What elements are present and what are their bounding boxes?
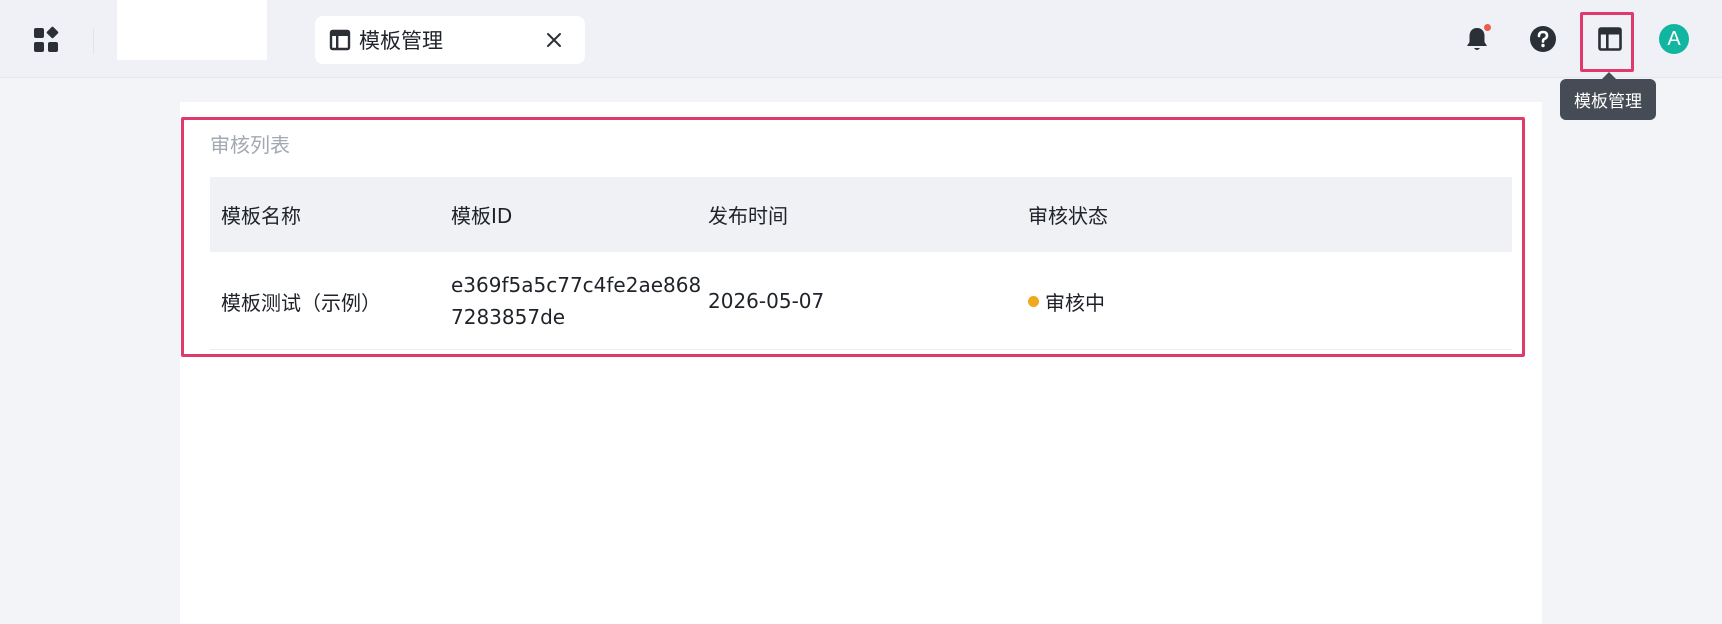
layout-template-icon[interactable] [1590,19,1630,59]
tab-label: 模板管理 [359,29,443,53]
status-dot [1028,295,1039,307]
cell-publish-date: 2026-05-07 [708,289,825,313]
tab-template-management[interactable]: 模板管理 [315,16,585,64]
table-row[interactable]: 模板测试（示例） e369f5a5c77c4fe2ae8687283857de … [210,252,1512,350]
status-badge: 审核中 [1045,290,1105,315]
section-title: 审核列表 [210,133,290,157]
layout-template-icon [329,29,351,51]
column-header-date: 发布时间 [708,204,788,228]
notification-dot [1484,24,1491,31]
column-header-status: 审核状态 [1028,204,1108,228]
apps-grid-icon[interactable] [30,24,62,56]
cell-review-status: 审核中 [1028,252,1105,350]
close-icon[interactable] [543,29,565,51]
logo-placeholder [117,0,267,60]
avatar[interactable]: A [1659,24,1689,54]
bell-icon[interactable] [1460,22,1494,56]
table-header: 模板名称 模板ID 发布时间 审核状态 [210,177,1512,252]
tooltip: 模板管理 [1560,72,1656,120]
column-header-name: 模板名称 [221,204,301,228]
cell-template-name: 模板测试（示例） [221,290,381,315]
cell-template-id: e369f5a5c77c4fe2ae8687283857de [451,273,702,329]
help-circle-icon[interactable] [1526,22,1560,56]
column-header-id: 模板ID [451,204,513,228]
header-divider [93,28,94,54]
top-bar: 模板管理 A [0,0,1722,78]
